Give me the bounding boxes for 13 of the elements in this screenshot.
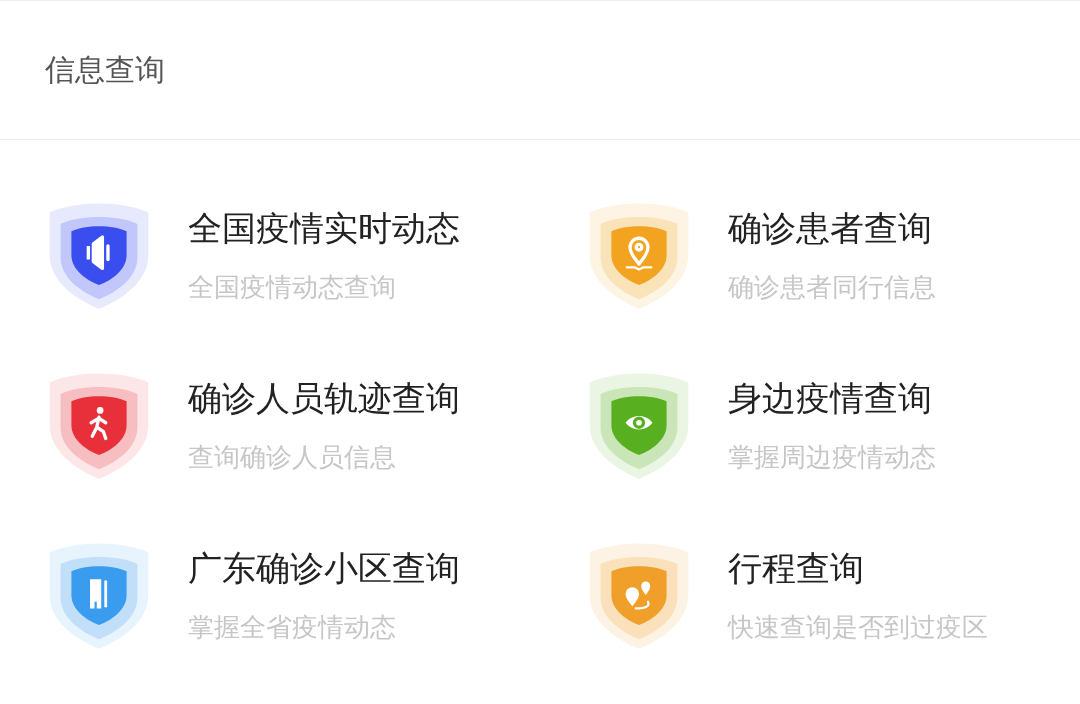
- item-title[interactable]: 行程查询: [728, 545, 988, 592]
- item-subtitle: 查询确诊人员信息: [188, 440, 397, 474]
- item-subtitle: 掌握周边疫情动态: [728, 440, 936, 474]
- item-title[interactable]: 全国疫情实时动态: [188, 205, 460, 252]
- section-title: 信息查询: [45, 50, 165, 89]
- item-title[interactable]: 确诊患者查询: [728, 205, 936, 252]
- item-subtitle: 全国疫情动态查询: [188, 270, 397, 304]
- item-title[interactable]: 身边疫情查询: [728, 375, 936, 422]
- item-subtitle: 掌握全省疫情动态: [188, 610, 397, 644]
- item-subtitle: 快速查询是否到过疫区: [728, 610, 988, 644]
- item-title[interactable]: 确诊人员轨迹查询: [188, 375, 460, 422]
- item-subtitle: 确诊患者同行信息: [728, 270, 936, 304]
- item-title[interactable]: 广东确诊小区查询: [188, 545, 460, 592]
